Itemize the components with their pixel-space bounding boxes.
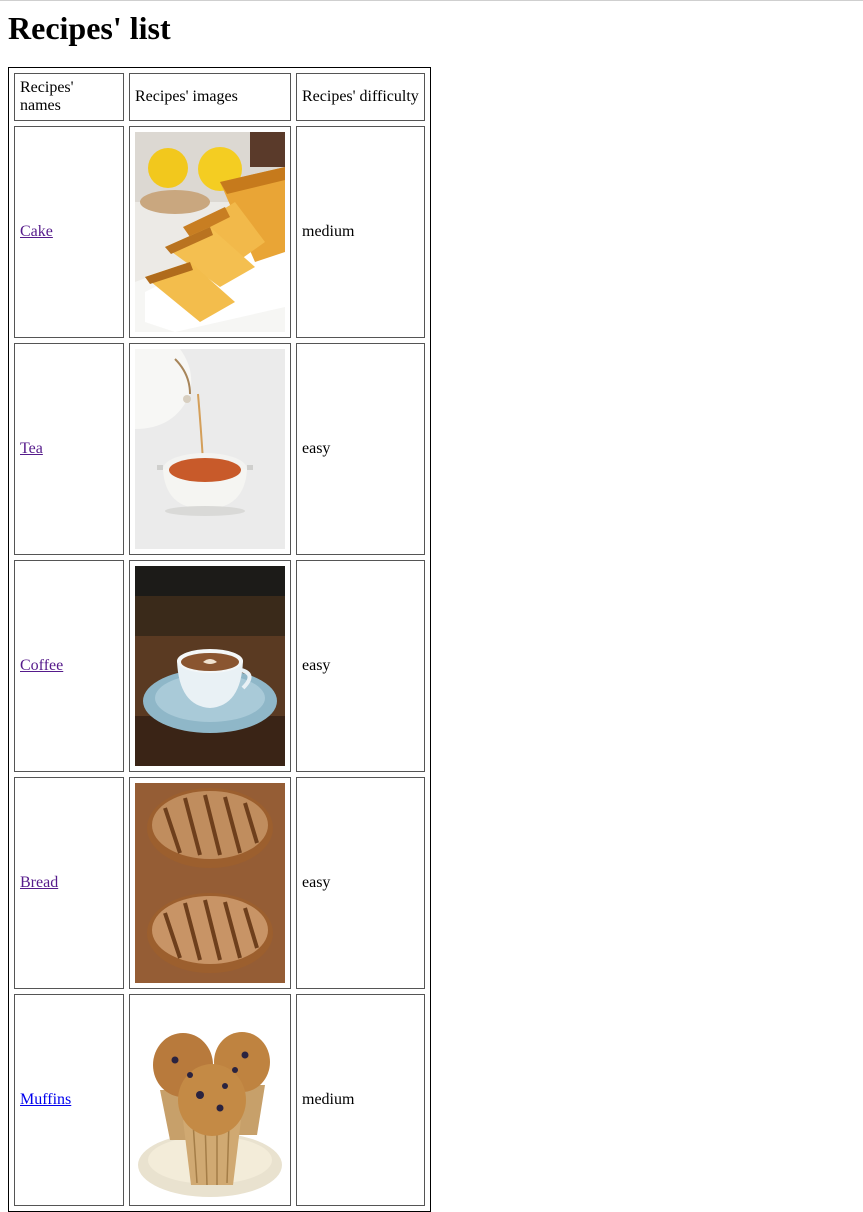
recipe-link-muffins[interactable]: Muffins — [20, 1091, 71, 1108]
table-row: Cake medium — [14, 126, 425, 338]
recipe-link-coffee[interactable]: Coffee — [20, 657, 63, 674]
blueberry-muffins-photo — [135, 1000, 285, 1200]
recipe-image-cell — [129, 126, 291, 338]
recipe-name-cell: Tea — [14, 343, 124, 555]
page-title: Recipes' list — [8, 10, 171, 46]
recipe-link-cake[interactable]: Cake — [20, 223, 53, 240]
recipes-table: Recipes' names Recipes' images Recipes' … — [8, 67, 431, 1212]
top-border — [0, 0, 863, 1]
table-row: Muffins medium — [14, 994, 425, 1206]
recipe-difficulty-cell: easy — [296, 560, 425, 772]
recipe-image-cell — [129, 560, 291, 772]
header-images: Recipes' images — [129, 73, 291, 121]
header-difficulty: Recipes' difficulty — [296, 73, 425, 121]
lemon-pound-cake-photo — [135, 132, 285, 332]
recipe-difficulty-cell: easy — [296, 777, 425, 989]
recipe-name-cell: Bread — [14, 777, 124, 989]
coffee-cup-photo — [135, 566, 285, 766]
table-header-row: Recipes' names Recipes' images Recipes' … — [14, 73, 425, 121]
recipe-difficulty-cell: medium — [296, 994, 425, 1206]
recipe-difficulty-cell: easy — [296, 343, 425, 555]
tea-pouring-photo — [135, 349, 285, 549]
recipe-image-cell — [129, 777, 291, 989]
table-row: Coffee easy — [14, 560, 425, 772]
recipe-link-tea[interactable]: Tea — [20, 440, 43, 457]
header-names: Recipes' names — [14, 73, 124, 121]
recipe-name-cell: Coffee — [14, 560, 124, 772]
recipe-name-cell: Cake — [14, 126, 124, 338]
bread-loaves-photo — [135, 783, 285, 983]
recipe-image-cell — [129, 343, 291, 555]
recipe-image-cell — [129, 994, 291, 1206]
recipe-difficulty-cell: medium — [296, 126, 425, 338]
table-row: Bread easy — [14, 777, 425, 989]
table-row: Tea easy — [14, 343, 425, 555]
recipe-name-cell: Muffins — [14, 994, 124, 1206]
recipe-link-bread[interactable]: Bread — [20, 874, 58, 891]
